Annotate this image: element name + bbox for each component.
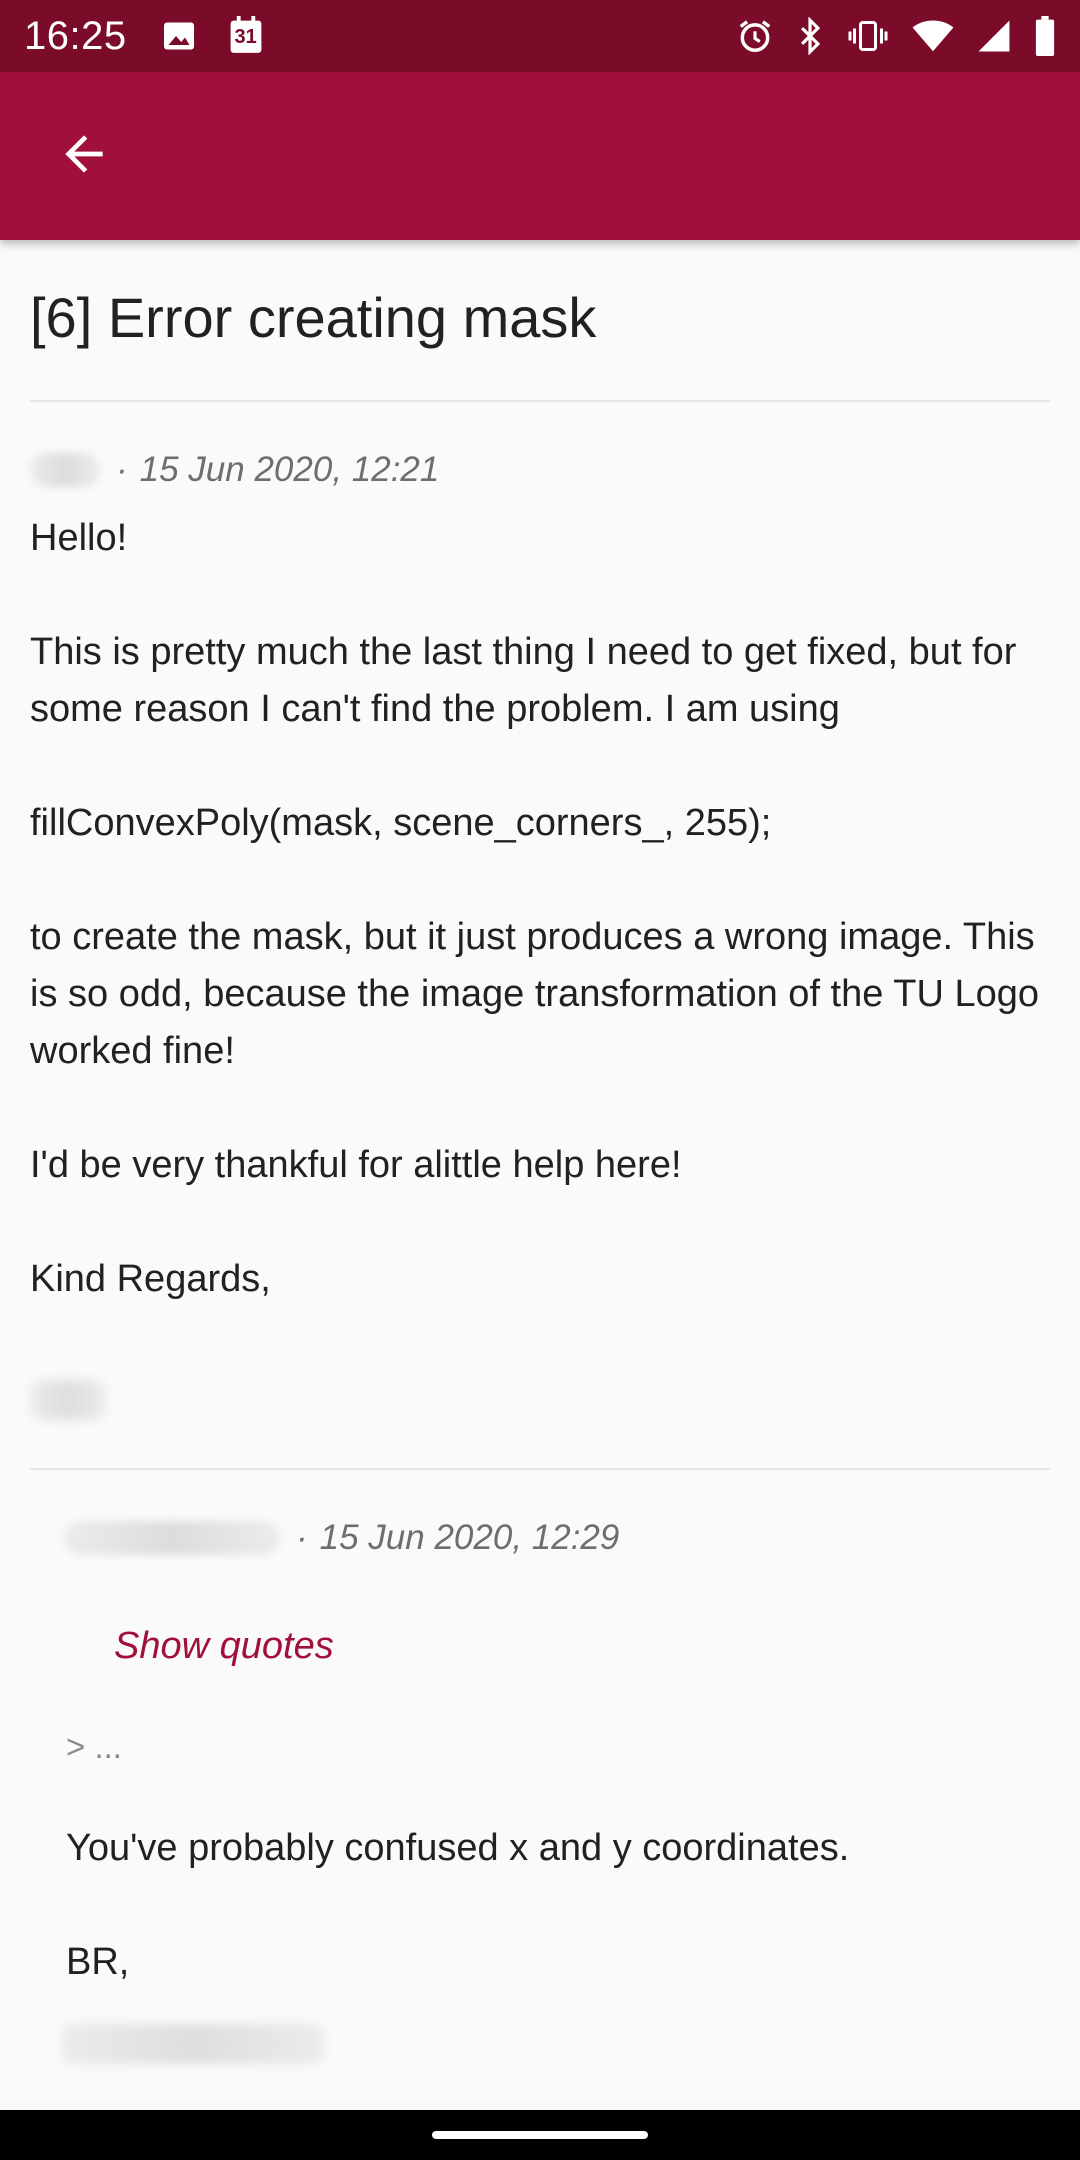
arrow-back-icon [56, 126, 112, 187]
divider [30, 1468, 1050, 1470]
status-time: 16:25 [24, 13, 127, 58]
status-left-icons: 31 [161, 16, 265, 56]
wifi-icon [912, 19, 954, 53]
thread-title: [6] Error creating mask [30, 286, 597, 349]
meta-separator: · [116, 450, 128, 489]
meta-separator: · [296, 1518, 308, 1557]
signature-redacted [30, 1380, 106, 1420]
divider [30, 400, 1050, 402]
back-button[interactable] [24, 96, 144, 216]
system-nav-bar [0, 2110, 1080, 2160]
author-name-redacted [64, 1521, 280, 1555]
bluetooth-icon [796, 17, 824, 55]
vibrate-icon [846, 18, 890, 54]
home-gesture-handle[interactable] [432, 2131, 648, 2139]
calendar-icon: 31 [227, 16, 265, 56]
battery-icon [1034, 16, 1056, 56]
thread-content[interactable]: [6] Error creating mask · 15 Jun 2020, 1… [0, 240, 1080, 2110]
signature-redacted [62, 2024, 324, 2064]
status-right-icons [736, 16, 1056, 56]
collapsed-quote: > ... [66, 1728, 122, 1765]
show-quotes-link[interactable]: Show quotes [114, 1625, 334, 1668]
cell-signal-icon [976, 19, 1012, 53]
post-date: 15 Jun 2020, 12:29 [319, 1518, 620, 1557]
post-body: Hello! This is pretty much the last thin… [30, 517, 1040, 1300]
post-date: 15 Jun 2020, 12:21 [139, 450, 440, 489]
app-bar [0, 72, 1080, 240]
alarm-icon [736, 17, 774, 55]
post-body: You've probably confused x and y coordin… [66, 1827, 850, 1983]
calendar-day-label: 31 [234, 26, 257, 48]
post-meta: · 15 Jun 2020, 12:21 [30, 450, 439, 490]
post-meta: · 15 Jun 2020, 12:29 [64, 1518, 619, 1558]
author-name-redacted [30, 453, 100, 487]
image-icon [161, 18, 197, 54]
status-bar: 16:25 31 [0, 0, 1080, 72]
